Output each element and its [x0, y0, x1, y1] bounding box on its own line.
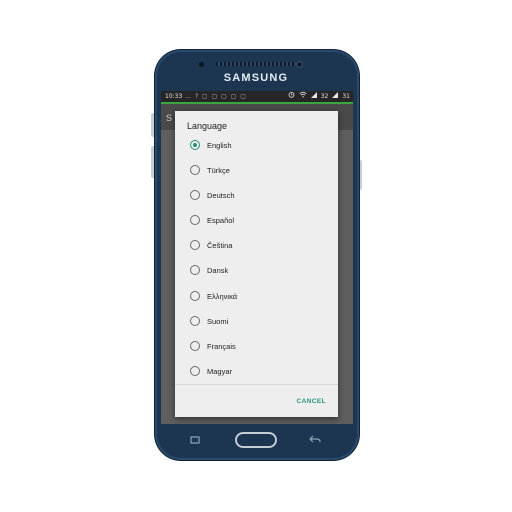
signal-icon-2 [332, 91, 339, 102]
signal-icon [310, 91, 317, 102]
radio-button[interactable] [190, 190, 200, 200]
screen: 10:33 … ? ▢ ▢ ▢ ▢ ▢ 32 31 S Language Eng… [161, 91, 353, 424]
radio-button[interactable] [190, 265, 200, 275]
radio-button-selected[interactable] [190, 140, 200, 150]
status-time: 10:33 [165, 93, 183, 100]
earpiece-speaker [216, 62, 296, 66]
app-bar-title: S [166, 113, 173, 123]
language-option-deutsch[interactable]: Deutsch [190, 188, 235, 202]
dialog-divider [175, 384, 338, 385]
option-label: Magyar [207, 366, 233, 376]
language-dialog: Language English Türkçe Deutsch Español … [175, 111, 338, 417]
option-label: Deutsch [207, 190, 235, 200]
proximity-sensor [199, 62, 204, 67]
option-label: Türkçe [207, 165, 230, 175]
language-option-magyar[interactable]: Magyar [190, 364, 232, 378]
language-option-turkce[interactable]: Türkçe [190, 163, 230, 177]
radio-button[interactable] [190, 165, 200, 175]
option-label: English [207, 140, 232, 150]
language-option-espanol[interactable]: Español [190, 213, 234, 227]
status-bar: 10:33 … ? ▢ ▢ ▢ ▢ ▢ 32 31 [161, 91, 353, 102]
language-option-cestina[interactable]: Čeština [190, 238, 232, 252]
radio-button[interactable] [190, 240, 200, 250]
wifi-icon [299, 91, 307, 102]
status-right-icons: 32 31 [288, 91, 350, 102]
option-label: Français [207, 341, 236, 351]
signal-strength-1: 32 [320, 93, 329, 100]
signal-strength-2: 31 [342, 93, 350, 100]
recent-apps-icon[interactable] [190, 436, 200, 444]
language-option-greek[interactable]: Ελληνικά [190, 289, 237, 303]
language-option-francais[interactable]: Français [190, 339, 236, 353]
option-label: Dansk [207, 265, 229, 275]
option-label: Español [207, 215, 235, 225]
option-label: Čeština [207, 240, 233, 250]
brand-logo: SAMSUNG [223, 72, 289, 84]
notification-icons: … ? ▢ ▢ ▢ ▢ ▢ [185, 93, 247, 100]
alarm-icon [288, 91, 295, 102]
radio-button[interactable] [190, 291, 200, 301]
radio-button[interactable] [190, 341, 200, 351]
dialog-title: Language [187, 121, 228, 131]
radio-button[interactable] [190, 215, 200, 225]
back-icon[interactable] [309, 435, 321, 444]
option-label: Ελληνικά [207, 291, 238, 301]
language-option-dansk[interactable]: Dansk [190, 263, 228, 277]
option-label: Suomi [207, 316, 229, 326]
radio-button[interactable] [190, 366, 200, 376]
cancel-button[interactable]: CANCEL [297, 398, 326, 405]
front-camera [296, 61, 303, 68]
radio-button[interactable] [190, 316, 200, 326]
home-button[interactable] [235, 432, 277, 448]
page: SAMSUNG 10:33 … ? ▢ ▢ ▢ ▢ ▢ 32 31 S Lang… [0, 0, 512, 512]
language-option-english[interactable]: English [190, 138, 232, 152]
language-option-suomi[interactable]: Suomi [190, 314, 228, 328]
